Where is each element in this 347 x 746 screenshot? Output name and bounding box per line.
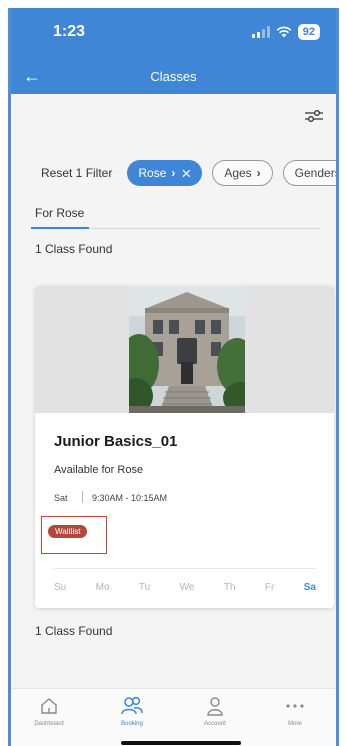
weekday-we: We <box>179 582 195 593</box>
chevron-right-icon: › <box>171 166 176 180</box>
close-icon[interactable]: × <box>181 165 191 182</box>
status-bar: 1:23 92 <box>11 20 336 44</box>
divider <box>82 491 83 503</box>
reset-filter-link[interactable]: Reset 1 Filter <box>41 166 112 180</box>
weekday-su: Su <box>54 582 67 593</box>
building-photo <box>129 286 245 413</box>
bottom-nav: Dashboard Booking Account More <box>11 688 336 746</box>
filter-chip-ages[interactable]: Ages › <box>212 160 273 186</box>
status-icons: 92 <box>251 24 320 40</box>
nav-item-dashboard[interactable]: Dashboard <box>19 695 79 727</box>
availability-text: Available for Rose <box>54 464 144 476</box>
weekday-mo: Mo <box>95 582 110 593</box>
filter-chip-label: Ages <box>224 166 252 180</box>
people-icon <box>121 696 143 715</box>
weekday-sa: Sa <box>303 582 316 593</box>
chevron-right-icon: › <box>256 166 261 180</box>
class-time: 9:30AM - 10:15AM <box>92 493 168 503</box>
filter-bar: Reset 1 Filter Rose › × Ages › Genders <box>11 158 339 188</box>
filter-chip-label: Rose <box>138 166 167 180</box>
person-icon <box>207 697 223 716</box>
class-title: Junior Basics_01 <box>54 433 178 450</box>
divider <box>54 568 316 569</box>
status-time: 1:23 <box>53 23 86 40</box>
more-dots-icon <box>286 704 304 708</box>
app-header: 1:23 92 ← Classes <box>11 8 336 94</box>
nav-label: Account <box>204 721 226 727</box>
tab-for-rose[interactable]: For Rose <box>35 206 84 220</box>
results-count: 1 Class Found <box>35 624 113 638</box>
weekday-fr: Fr <box>264 582 275 593</box>
class-day: Sat <box>54 493 68 503</box>
nav-bar: ← Classes <box>11 66 336 88</box>
nav-label: Dashboard <box>34 721 64 727</box>
waitlist-badge: Waitlist <box>48 525 88 538</box>
weekday-tu: Tu <box>138 582 151 593</box>
filter-chip-genders[interactable]: Genders <box>282 160 339 186</box>
wifi-icon <box>276 26 292 38</box>
weekday-row: Su Mo Tu We Th Fr Sa <box>54 582 316 593</box>
nav-label: Booking <box>121 721 143 727</box>
home-indicator <box>121 741 241 745</box>
weekday-th: Th <box>223 582 236 593</box>
filter-chip-rose[interactable]: Rose › × <box>127 160 203 186</box>
results-count: 1 Class Found <box>35 242 113 256</box>
nav-item-booking[interactable]: Booking <box>102 695 162 727</box>
nav-label: More <box>288 721 302 727</box>
battery-icon: 92 <box>297 24 320 40</box>
filter-chip-label: Genders <box>294 166 339 180</box>
class-card[interactable]: Junior Basics_01 Available for Rose Sat … <box>35 286 334 608</box>
filter-settings-icon[interactable] <box>304 108 324 124</box>
home-icon <box>41 698 57 714</box>
nav-item-account[interactable]: Account <box>185 695 245 727</box>
page-title: Classes <box>150 69 197 84</box>
signal-icon <box>251 26 270 38</box>
app-screen: 1:23 92 ← Classes Reset 1 Filter Rose › … <box>8 8 339 746</box>
class-image-area <box>35 286 334 413</box>
tab-active-indicator <box>31 227 89 229</box>
nav-item-more[interactable]: More <box>265 695 325 727</box>
